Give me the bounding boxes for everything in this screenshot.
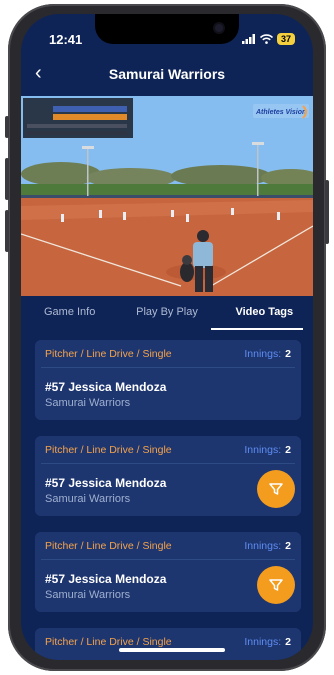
tab-play-by-play[interactable]: Play By Play bbox=[118, 296, 215, 326]
filter-button[interactable] bbox=[257, 470, 295, 508]
silent-switch bbox=[5, 116, 9, 138]
softball-field-scene: Athletes Vision bbox=[21, 96, 313, 296]
nav-bar: ‹ Samurai Warriors bbox=[21, 58, 313, 88]
filter-button[interactable] bbox=[257, 566, 295, 604]
play-description: Pitcher / Line Drive / Single bbox=[45, 636, 172, 648]
card-divider bbox=[41, 367, 295, 368]
app-screen: 12:41 37 ‹ Samurai Warriors Athletes Vis… bbox=[21, 14, 313, 660]
page-title: Samurai Warriors bbox=[108, 66, 226, 82]
innings-label: Innings: 2 bbox=[244, 348, 291, 360]
camera-icon bbox=[215, 24, 223, 32]
signal-icon bbox=[241, 34, 255, 44]
player-name: #57 Jessica Mendoza bbox=[45, 572, 167, 586]
tab-game-info[interactable]: Game Info bbox=[21, 296, 118, 326]
card-divider bbox=[41, 463, 295, 464]
status-time: 12:41 bbox=[49, 32, 83, 47]
video-tag-card[interactable]: Pitcher / Line Drive / Single Innings: 2 #… bbox=[35, 436, 301, 516]
innings-value: 2 bbox=[285, 636, 291, 648]
team-name: Samurai Warriors bbox=[45, 589, 131, 601]
filter-icon bbox=[269, 483, 283, 495]
team-name: Samurai Warriors bbox=[45, 397, 131, 409]
home-indicator[interactable] bbox=[119, 648, 225, 652]
video-tag-card[interactable]: Pitcher / Line Drive / Single Innings: 2 bbox=[35, 628, 301, 660]
innings-value: 2 bbox=[285, 348, 291, 360]
play-description: Pitcher / Line Drive / Single bbox=[45, 348, 172, 360]
player-name: #57 Jessica Mendoza bbox=[45, 380, 167, 394]
video-tag-card[interactable]: Pitcher / Line Drive / Single Innings: 2 #… bbox=[35, 340, 301, 420]
innings-label: Innings: 2 bbox=[244, 444, 291, 456]
player-name: #57 Jessica Mendoza bbox=[45, 476, 167, 490]
video-tag-card[interactable]: Pitcher / Line Drive / Single Innings: 2 #… bbox=[35, 532, 301, 612]
status-icons: 37 bbox=[241, 33, 295, 45]
innings-value: 2 bbox=[285, 540, 291, 552]
tab-bar: Game Info Play By Play Video Tags bbox=[21, 296, 313, 330]
volume-up-button bbox=[5, 158, 9, 200]
team-name: Samurai Warriors bbox=[45, 493, 131, 505]
filter-icon bbox=[269, 579, 283, 591]
video-tag-list: Pitcher / Line Drive / Single Innings: 2 #… bbox=[21, 340, 313, 660]
video-player[interactable]: Athletes Vision bbox=[21, 96, 313, 296]
wifi-icon bbox=[259, 34, 273, 44]
innings-label: Innings: 2 bbox=[244, 636, 291, 648]
battery-icon: 37 bbox=[276, 33, 295, 45]
active-tab-indicator bbox=[211, 328, 303, 330]
play-description: Pitcher / Line Drive / Single bbox=[45, 540, 172, 552]
innings-label: Innings: 2 bbox=[244, 540, 291, 552]
tab-video-tags[interactable]: Video Tags bbox=[216, 296, 313, 326]
notch bbox=[95, 14, 239, 44]
video-brand-label: Athletes Vision bbox=[255, 109, 306, 116]
volume-down-button bbox=[5, 210, 9, 252]
innings-value: 2 bbox=[285, 444, 291, 456]
power-button bbox=[325, 180, 329, 244]
card-divider bbox=[41, 559, 295, 560]
play-description: Pitcher / Line Drive / Single bbox=[45, 444, 172, 456]
